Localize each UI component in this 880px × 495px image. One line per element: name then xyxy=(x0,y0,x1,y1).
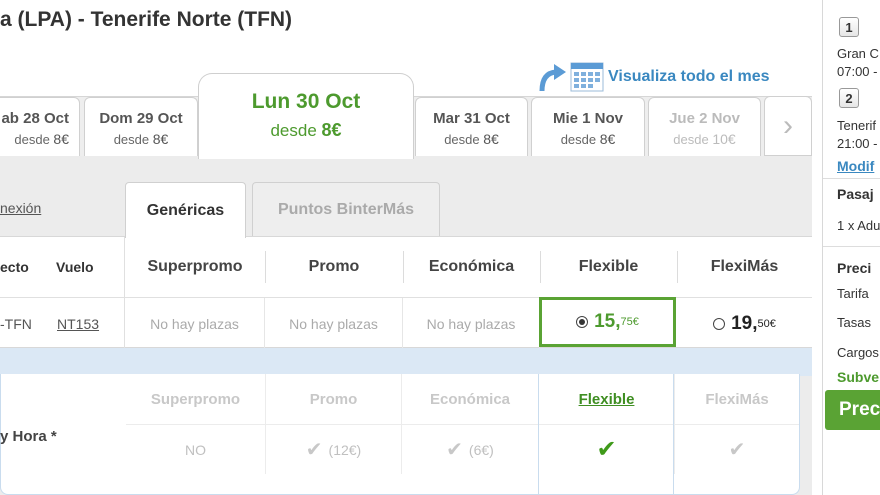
booking-summary-sidebar: 1 Gran C 07:00 - 2 Tenerif 21:00 - Modif… xyxy=(823,0,880,495)
flight-number-link[interactable]: NT153 xyxy=(57,316,99,332)
return-origin: Tenerif xyxy=(837,118,877,133)
next-dates-button[interactable]: › xyxy=(764,96,812,156)
chevron-right-icon: › xyxy=(783,109,793,142)
detail-economica-header: Económica xyxy=(402,374,539,424)
price-value: 8€ xyxy=(599,131,616,147)
modify-link[interactable]: Modif xyxy=(837,158,874,174)
calendar-icon xyxy=(570,62,604,92)
radio-selected[interactable] xyxy=(576,316,589,328)
fare-details-table: Superpromo Promo Económica Flexible Flex… xyxy=(0,374,800,495)
col-economica-header: Económica xyxy=(428,258,515,275)
date-tab-sun-29[interactable]: Dom 29 Oct desde 8€ xyxy=(84,97,198,157)
tarifa-label: Tarifa xyxy=(837,286,869,301)
fare-details-band xyxy=(0,348,812,376)
divider xyxy=(823,246,880,247)
check-icon: ✔ xyxy=(446,439,463,461)
cargos-label: Cargos xyxy=(837,345,879,360)
flexible-price-int: 15, xyxy=(594,311,621,332)
date-price: desde 8€ xyxy=(0,131,79,147)
date-tab-wed-1[interactable]: Mie 1 Nov desde 8€ xyxy=(531,97,645,157)
check-icon: ✔ xyxy=(305,439,323,461)
date-label: Mar 31 Oct xyxy=(433,110,510,127)
return-time: 21:00 - xyxy=(837,136,878,151)
from-label: desde xyxy=(444,132,480,147)
fare-table: ecto Vuelo Superpromo Promo Económica Fl… xyxy=(0,236,812,349)
date-tab-sat-28[interactable]: ab 28 Oct desde 8€ xyxy=(0,97,80,157)
date-price: desde 8€ xyxy=(199,120,413,141)
col-route-header: ecto xyxy=(0,259,29,275)
price-value: 8€ xyxy=(483,131,499,147)
flexible-price-dec: 75€ xyxy=(620,316,639,328)
view-month-label: Visualiza todo el mes xyxy=(608,68,770,85)
tab-puntos-bintermas[interactable]: Puntos BinterMás xyxy=(252,182,440,236)
passengers-value: 1 x Adu xyxy=(837,218,880,233)
flexible-fare-option-selected[interactable]: 15, 75€ xyxy=(539,297,676,347)
detail-fleximas-header: FlexiMás xyxy=(705,390,769,408)
tasas-label: Tasas xyxy=(837,315,871,330)
date-tab-mon-30-selected[interactable]: Lun 30 Oct desde 8€ xyxy=(198,73,414,159)
date-label: Dom 29 Oct xyxy=(99,110,183,127)
price-value: 8€ xyxy=(152,131,169,147)
curved-arrow-icon xyxy=(536,61,568,93)
fleximas-price-dec: 50€ xyxy=(757,317,776,330)
date-price: desde 8€ xyxy=(416,131,527,147)
economica-cell: No hay plazas xyxy=(403,298,540,349)
connection-link[interactable]: nexión xyxy=(0,200,41,216)
from-label: desde xyxy=(560,132,597,147)
col-promo-header: Promo xyxy=(308,258,360,275)
detail-row-label: y Hora * xyxy=(0,428,57,445)
col-flexible-header: Flexible xyxy=(578,258,639,275)
price-value: 10€ xyxy=(712,131,736,147)
detail-superpromo-header: Superpromo xyxy=(126,374,266,424)
subvencion-label: Subve xyxy=(837,369,880,385)
date-label: Lun 30 Oct xyxy=(251,90,361,113)
date-tab-tue-31[interactable]: Mar 31 Oct desde 8€ xyxy=(415,97,528,157)
date-price: desde 8€ xyxy=(85,131,197,147)
col-flight-header: Vuelo xyxy=(56,259,94,275)
view-month-link[interactable]: Visualiza todo el mes xyxy=(536,60,801,94)
detail-economica-value: ✔ (6€) xyxy=(402,424,539,474)
route-title: a (LPA) - Tenerife Norte (TFN) xyxy=(0,8,293,31)
date-price: desde 10€ xyxy=(649,131,760,147)
price-title: Preci xyxy=(837,260,872,276)
col-superpromo-header: Superpromo xyxy=(147,258,243,275)
from-label: desde xyxy=(270,121,317,140)
radio-unselected[interactable] xyxy=(713,317,726,330)
from-label: desde xyxy=(113,132,150,147)
outbound-time: 07:00 - xyxy=(837,64,878,79)
date-label: ab 28 Oct xyxy=(1,110,69,127)
tab-genericas[interactable]: Genéricas xyxy=(125,182,246,238)
from-label: desde xyxy=(14,132,50,147)
detail-superpromo-value: NO xyxy=(126,424,266,474)
price-value: 8€ xyxy=(53,131,69,147)
detail-promo-header: Promo xyxy=(266,374,402,424)
flight-cell: NT153 xyxy=(57,298,117,349)
divider xyxy=(823,178,880,179)
route-cell: -TFN xyxy=(0,315,32,332)
promo-cell: No hay plazas xyxy=(265,298,403,349)
economica-fee: (6€) xyxy=(468,441,494,458)
step-badge: 1 xyxy=(839,17,859,37)
promo-fee: (12€) xyxy=(328,441,362,458)
detail-promo-value: ✔ (12€) xyxy=(266,424,402,474)
outbound-origin: Gran C xyxy=(837,46,879,61)
price-button[interactable]: Prec xyxy=(825,390,880,430)
col-fleximas-header: FlexiMás xyxy=(710,258,779,275)
date-price: desde 8€ xyxy=(532,131,644,147)
date-label: Jue 2 Nov xyxy=(669,110,740,127)
date-label: Mie 1 Nov xyxy=(552,110,624,127)
step-badge: 2 xyxy=(839,88,859,108)
flexible-column-highlight xyxy=(538,374,674,495)
date-tab-thu-2[interactable]: Jue 2 Nov desde 10€ xyxy=(648,97,761,157)
price-value: 8€ xyxy=(321,120,342,140)
detail-fleximas-value: ✔ xyxy=(675,424,799,474)
superpromo-cell: No hay plazas xyxy=(125,298,265,349)
from-label: desde xyxy=(673,132,709,147)
passengers-title: Pasaj xyxy=(837,186,874,202)
fleximas-fare-option[interactable]: 19, 50€ xyxy=(677,298,812,349)
fleximas-price-int: 19, xyxy=(731,312,758,334)
check-icon: ✔ xyxy=(728,439,746,461)
